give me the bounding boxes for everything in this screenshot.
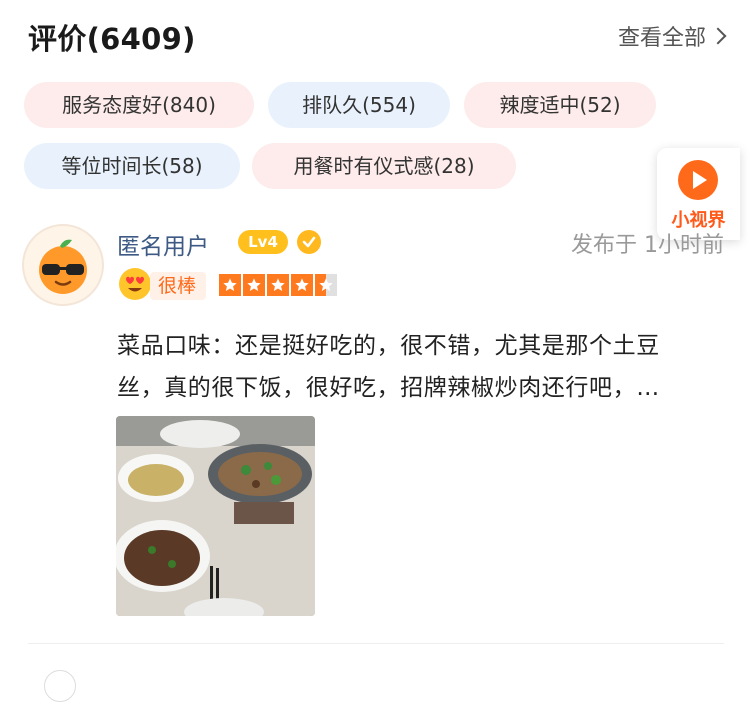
orange-mascot-icon bbox=[39, 239, 87, 294]
heart-eyes-emoji-icon bbox=[119, 268, 151, 300]
star-icon bbox=[267, 274, 289, 296]
rating-word: 很棒 bbox=[150, 272, 207, 300]
tag-dining-ritual[interactable]: 用餐时有仪式感(28) bbox=[252, 143, 516, 189]
food-photo-image bbox=[116, 416, 315, 616]
tag-service-good[interactable]: 服务态度好(840) bbox=[24, 82, 254, 128]
verified-check-icon bbox=[297, 230, 321, 254]
half-star-icon bbox=[315, 274, 337, 296]
review-text-line[interactable]: 丝，真的很下饭，很好吃，招牌辣椒炒肉还行吧，… bbox=[117, 368, 660, 402]
tag-long-queue[interactable]: 排队久(554) bbox=[268, 82, 450, 128]
username[interactable]: 匿名用户 bbox=[117, 227, 209, 261]
tag-spice-moderate[interactable]: 辣度适中(52) bbox=[464, 82, 656, 128]
star-icon bbox=[291, 274, 313, 296]
tag-long-wait[interactable]: 等位时间长(58) bbox=[24, 143, 240, 189]
star-icon bbox=[243, 274, 265, 296]
reviews-title: 评价(6409) bbox=[28, 22, 196, 56]
publish-time: 发布于 1小时前 bbox=[571, 233, 724, 258]
star-icon bbox=[219, 274, 241, 296]
review-text-line[interactable]: 菜品口味：还是挺好吃的，很不错，尤其是那个土豆 bbox=[117, 326, 660, 360]
see-all-label: 查看全部 bbox=[617, 26, 706, 51]
chevron-right-icon bbox=[709, 27, 727, 45]
play-icon bbox=[678, 160, 718, 200]
star-rating bbox=[219, 274, 339, 296]
next-review-avatar[interactable] bbox=[44, 670, 76, 702]
review-photo[interactable] bbox=[116, 416, 315, 616]
divider bbox=[28, 643, 724, 644]
see-all-link[interactable]: 查看全部 bbox=[617, 20, 727, 52]
avatar[interactable] bbox=[22, 224, 104, 306]
level-badge: Lv4 bbox=[238, 230, 288, 254]
